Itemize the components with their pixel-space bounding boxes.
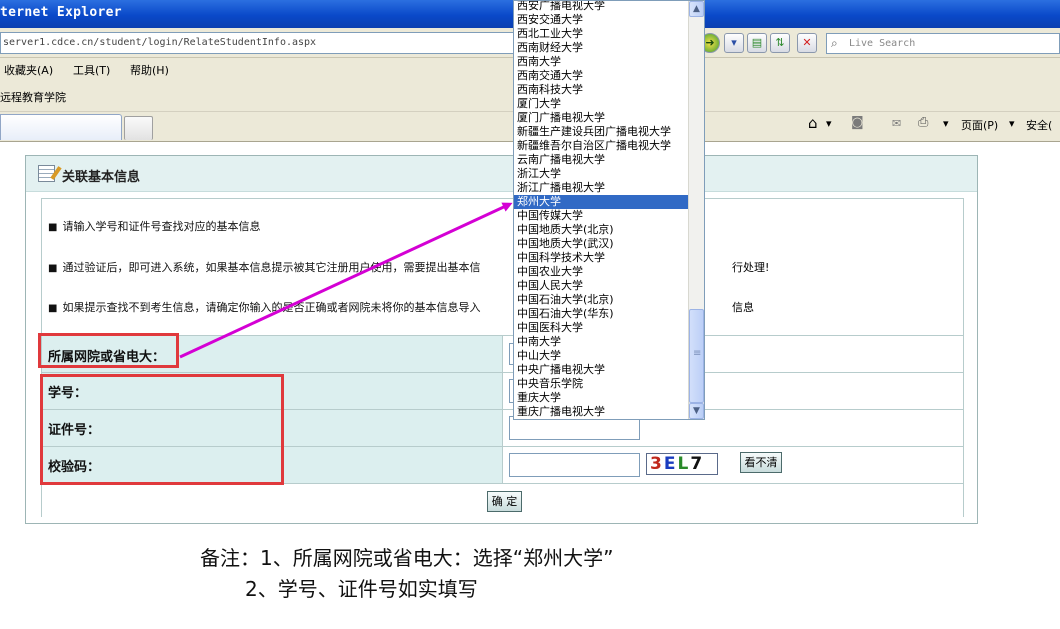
dropdown-option[interactable]: 西南科技大学 (514, 83, 689, 97)
dropdown-option[interactable]: 浙江大学 (514, 167, 689, 181)
scroll-thumb[interactable] (689, 309, 704, 403)
dropdown-option[interactable]: 中国地质大学(北京) (514, 223, 689, 237)
dropdown-option[interactable]: 云南广播电视大学 (514, 153, 689, 167)
dropdown-option[interactable]: 中国传媒大学 (514, 209, 689, 223)
dropdown-option[interactable]: 中国医科大学 (514, 321, 689, 335)
dropdown-option[interactable]: 厦门大学 (514, 97, 689, 111)
college-dropdown-list[interactable]: 西安广播电视大学 西安交通大学 西北工业大学 西南财经大学 西南大学 西南交通大学 西南科技… (513, 0, 705, 420)
dropdown-option[interactable]: 西安广播电视大学 (514, 1, 689, 13)
dropdown-options: 西安广播电视大学 西安交通大学 西北工业大学 西南财经大学 西南大学 西南交通大学 西南科技… (514, 1, 689, 419)
dropdown-option[interactable]: 中国科学技术大学 (514, 251, 689, 265)
scroll-up-icon[interactable]: ▲ (689, 1, 704, 17)
scroll-down-icon[interactable]: ▼ (689, 403, 704, 419)
dropdown-scrollbar[interactable]: ▲ ▼ (688, 1, 704, 419)
dropdown-option[interactable]: 郑州大学 (514, 195, 689, 209)
dropdown-option[interactable]: 重庆大学 (514, 391, 689, 405)
dropdown-option[interactable]: 中国石油大学(华东) (514, 307, 689, 321)
dropdown-option[interactable]: 西安交通大学 (514, 13, 689, 27)
dropdown-option[interactable]: 中国农业大学 (514, 265, 689, 279)
dropdown-option[interactable]: 重庆广播电视大学 (514, 405, 689, 419)
dropdown-option[interactable]: 西南交通大学 (514, 69, 689, 83)
remark-line-2: 2、学号、证件号如实填写 (245, 577, 478, 601)
dropdown-option[interactable]: 西南财经大学 (514, 41, 689, 55)
dropdown-option[interactable]: 中央音乐学院 (514, 377, 689, 391)
dropdown-option[interactable]: 中央广播电视大学 (514, 363, 689, 377)
dropdown-option[interactable]: 中山大学 (514, 349, 689, 363)
dropdown-option[interactable]: 中国地质大学(武汉) (514, 237, 689, 251)
dropdown-option[interactable]: 浙江广播电视大学 (514, 181, 689, 195)
remark-line-1: 备注：1、所属网院或省电大：选择“郑州大学” (200, 546, 614, 570)
dropdown-option[interactable]: 西南大学 (514, 55, 689, 69)
dropdown-option[interactable]: 中国人民大学 (514, 279, 689, 293)
dropdown-option[interactable]: 新疆维吾尔自治区广播电视大学 (514, 139, 689, 153)
dropdown-option[interactable]: 西北工业大学 (514, 27, 689, 41)
dropdown-option[interactable]: 中国石油大学(北京) (514, 293, 689, 307)
dropdown-option[interactable]: 新疆生产建设兵团广播电视大学 (514, 125, 689, 139)
dropdown-option[interactable]: 中南大学 (514, 335, 689, 349)
dropdown-option[interactable]: 厦门广播电视大学 (514, 111, 689, 125)
